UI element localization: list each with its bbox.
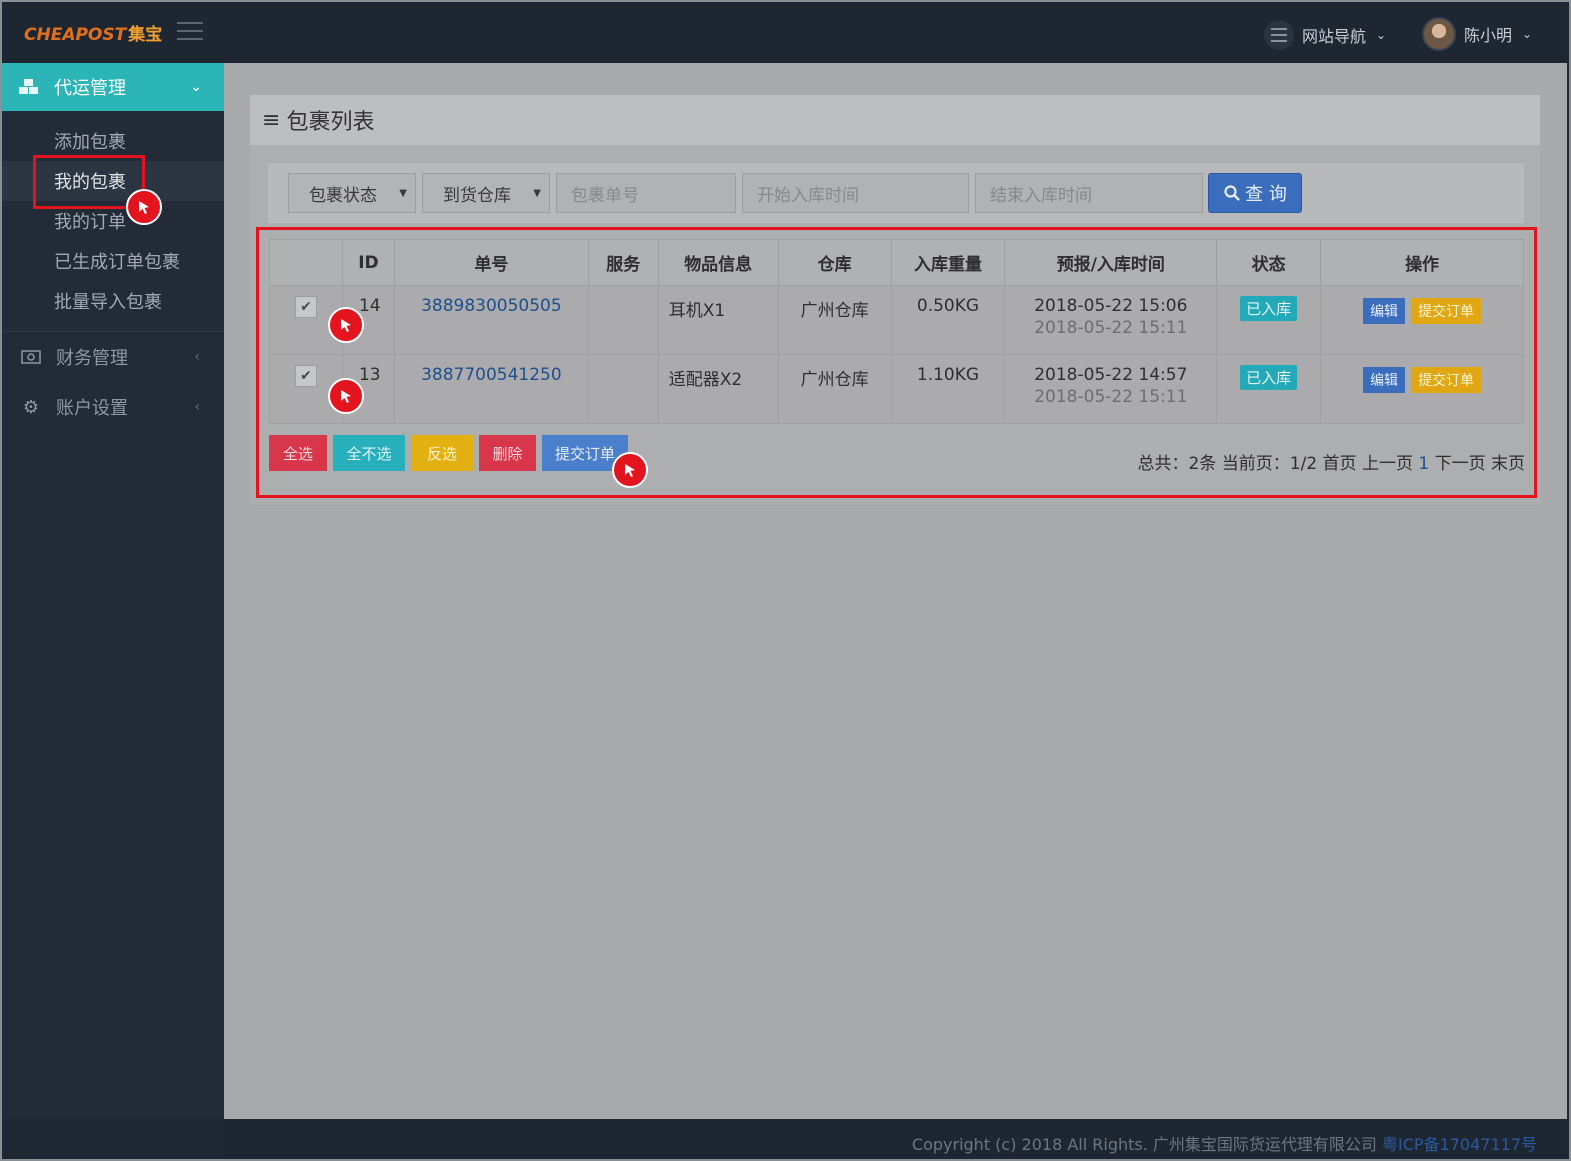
tracking-number-input[interactable]: 包裹单号 — [556, 173, 736, 213]
search-button-label: 查 询 — [1245, 184, 1287, 205]
chevron-left-icon: ‹ — [194, 349, 200, 365]
logo-text-en: CHEAPOST — [24, 25, 127, 45]
click-marker-icon — [328, 378, 364, 414]
sidebar-group-finance[interactable]: 财务管理 ‹ — [2, 332, 224, 382]
site-nav-label: 网站导航 — [1302, 27, 1367, 46]
sidebar: 代运管理 ⌄ 添加包裹 我的包裹 我的订单 已生成订单包裹 批量导入包裹 财务管… — [2, 63, 224, 1119]
cubes-icon — [19, 79, 38, 94]
end-date-placeholder: 结束入库时间 — [990, 185, 1092, 206]
chevron-down-icon: ⌄ — [1376, 28, 1387, 42]
chevron-down-icon: ⌄ — [1522, 27, 1533, 41]
footer: Copyright (c) 2018 All Rights. 广州集宝国际货运代… — [224, 1119, 1567, 1159]
sidebar-item-batch-import[interactable]: 批量导入包裹 — [2, 281, 224, 321]
sidebar-item-label: 添加包裹 — [54, 132, 126, 153]
user-menu[interactable]: 陈小明 ⌄ — [1422, 16, 1532, 52]
status-select-value: 包裹状态 — [309, 185, 377, 206]
sidebar-item-label: 已生成订单包裹 — [54, 252, 180, 273]
gear-icon: ⚙ — [22, 396, 40, 418]
search-button[interactable]: 查 询 — [1208, 173, 1302, 213]
click-marker-icon — [612, 452, 648, 488]
user-name: 陈小明 — [1464, 26, 1513, 45]
chevron-left-icon: ‹ — [194, 399, 200, 415]
status-select[interactable]: 包裹状态 ▼ — [288, 173, 416, 213]
chevron-down-icon: ⌄ — [190, 79, 202, 95]
sidebar-group-account[interactable]: ⚙ 账户设置 ‹ — [2, 382, 224, 432]
logo-text-cn: 集宝 — [128, 25, 163, 45]
tracking-placeholder: 包裹单号 — [571, 185, 639, 206]
site-nav-dropdown[interactable]: 网站导航 ⌄ — [1264, 20, 1386, 50]
click-marker-icon — [126, 189, 162, 225]
caret-down-icon: ▼ — [399, 187, 407, 199]
brand-logo[interactable]: CHEAPOST 集宝 — [24, 20, 162, 45]
avatar — [1422, 17, 1456, 51]
warehouse-select[interactable]: 到货仓库 ▼ — [422, 173, 550, 213]
start-date-input[interactable]: 开始入库时间 — [742, 173, 969, 213]
main-content: ≡ 包裹列表 包裹状态 ▼ 到货仓库 ▼ 包裹单号 开始入库时间 结束入库时间 查 … — [224, 63, 1567, 1119]
sidebar-group-label: 财务管理 — [56, 348, 128, 369]
sidebar-item-label: 批量导入包裹 — [54, 292, 162, 313]
sidebar-group-label: 账户设置 — [56, 398, 128, 419]
highlight-box-table — [256, 227, 1537, 498]
sidebar-submenu: 添加包裹 我的包裹 我的订单 已生成订单包裹 批量导入包裹 — [2, 111, 224, 321]
copyright-text: Copyright (c) 2018 All Rights. 广州集宝国际货运代… — [911, 1135, 1377, 1154]
click-marker-icon — [328, 307, 364, 343]
end-date-input[interactable]: 结束入库时间 — [975, 173, 1203, 213]
footer-text: Copyright (c) 2018 All Rights. 广州集宝国际货运代… — [912, 1131, 1537, 1155]
menu-icon — [1264, 20, 1294, 50]
filter-bar: 包裹状态 ▼ 到货仓库 ▼ 包裹单号 开始入库时间 结束入库时间 查 询 — [268, 163, 1524, 223]
sidebar-item-ordered-packages[interactable]: 已生成订单包裹 — [2, 241, 224, 281]
panel-header: ≡ 包裹列表 — [250, 95, 1540, 145]
top-navbar: CHEAPOST 集宝 网站导航 ⌄ 陈小明 ⌄ — [2, 2, 1567, 63]
start-date-placeholder: 开始入库时间 — [757, 185, 859, 206]
sidebar-group-shipping[interactable]: 代运管理 ⌄ — [2, 63, 224, 111]
money-icon — [20, 350, 42, 364]
sidebar-item-label: 我的订单 — [54, 212, 126, 233]
page-title: 包裹列表 — [286, 110, 375, 135]
sidebar-toggle-icon[interactable] — [177, 22, 203, 42]
sidebar-group-label: 代运管理 — [54, 78, 126, 99]
icp-link[interactable]: 粤ICP备17047117号 — [1382, 1135, 1537, 1154]
caret-down-icon: ▼ — [533, 187, 541, 199]
warehouse-select-value: 到货仓库 — [443, 185, 511, 206]
list-icon: ≡ — [262, 107, 281, 133]
search-icon — [1224, 185, 1241, 201]
